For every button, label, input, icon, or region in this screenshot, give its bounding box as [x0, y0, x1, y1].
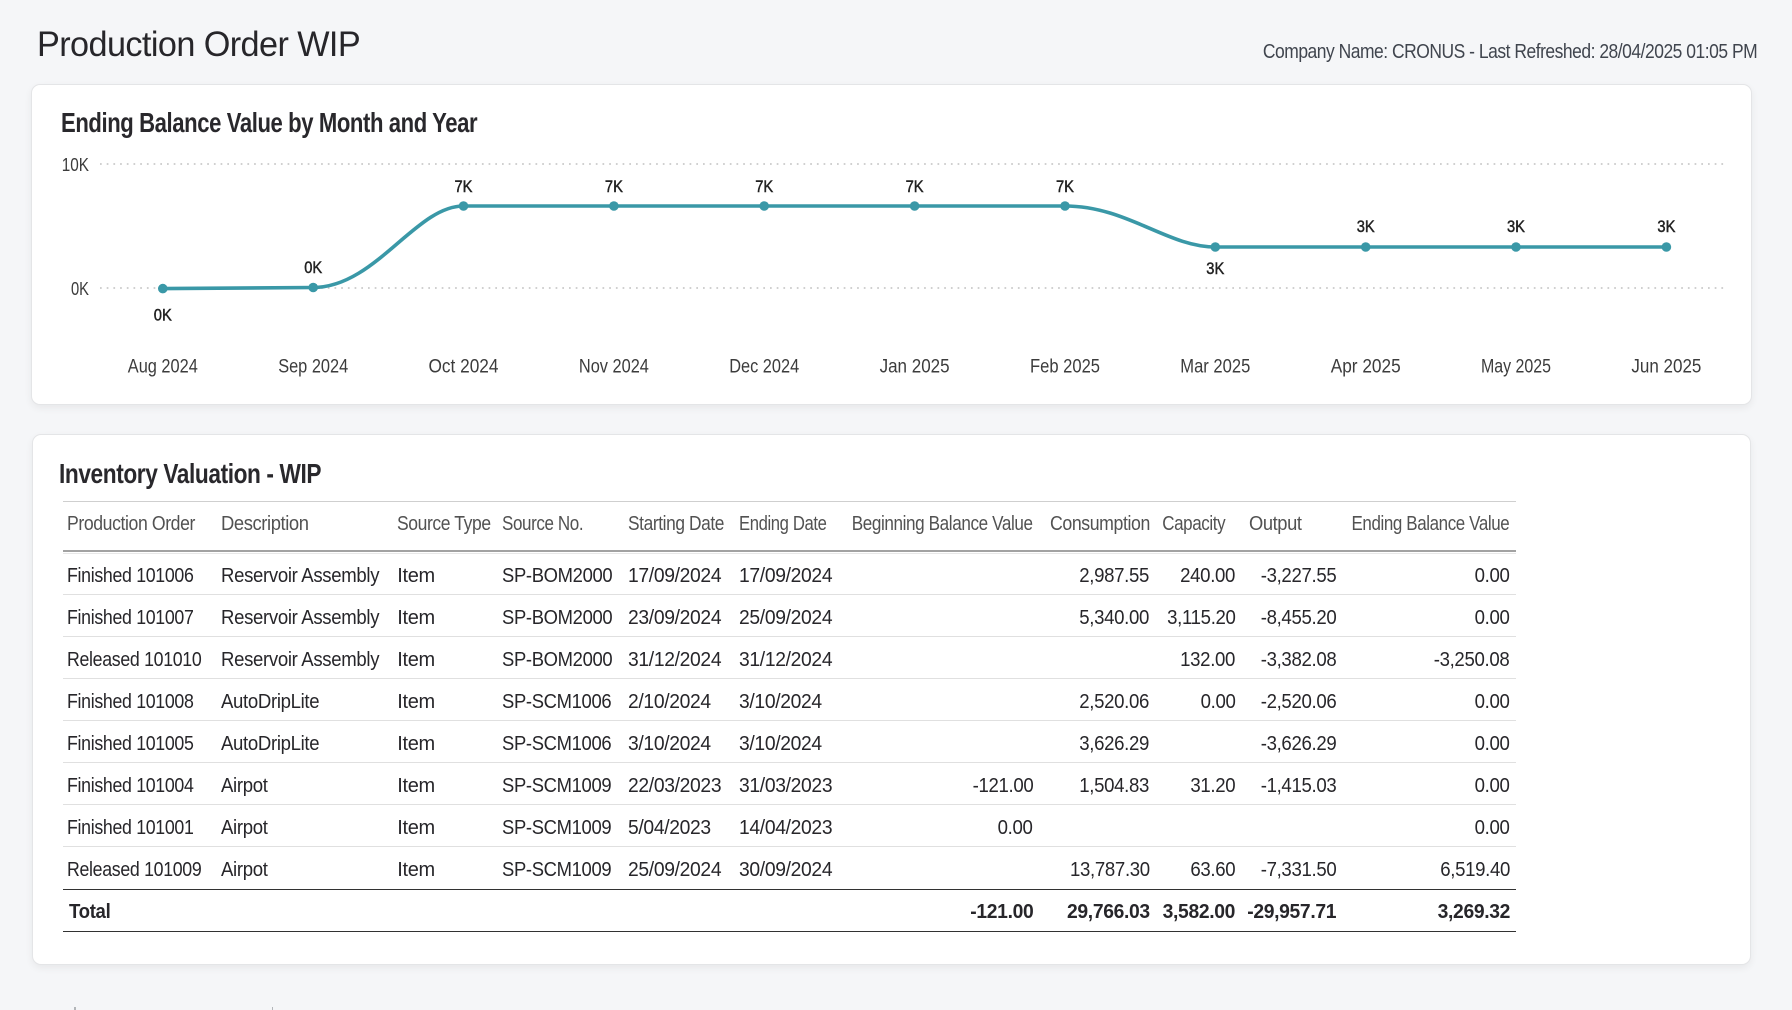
svg-text:3K: 3K: [1206, 260, 1224, 278]
svg-text:3K: 3K: [1657, 218, 1675, 236]
svg-text:10K: 10K: [62, 154, 90, 175]
svg-text:Dec 2024: Dec 2024: [729, 357, 799, 378]
svg-text:May 2025: May 2025: [1481, 357, 1551, 378]
svg-text:Mar 2025: Mar 2025: [1180, 357, 1250, 378]
svg-text:3K: 3K: [1507, 218, 1525, 236]
svg-text:7K: 7K: [906, 178, 924, 196]
svg-text:0K: 0K: [304, 259, 322, 277]
svg-text:7K: 7K: [605, 178, 623, 196]
svg-text:7K: 7K: [455, 178, 473, 196]
svg-text:Feb 2025: Feb 2025: [1030, 357, 1100, 378]
svg-text:7K: 7K: [755, 178, 773, 196]
svg-text:Nov 2024: Nov 2024: [579, 357, 649, 378]
svg-text:Jan 2025: Jan 2025: [880, 357, 950, 378]
svg-text:Jun 2025: Jun 2025: [1631, 357, 1701, 378]
svg-text:Oct 2024: Oct 2024: [429, 357, 499, 378]
svg-text:3K: 3K: [1357, 218, 1375, 236]
svg-text:7K: 7K: [1056, 178, 1074, 196]
svg-text:Aug 2024: Aug 2024: [128, 357, 198, 378]
svg-text:0K: 0K: [71, 278, 90, 299]
svg-text:Sep 2024: Sep 2024: [278, 357, 348, 378]
svg-text:0K: 0K: [154, 307, 172, 325]
svg-text:Apr 2025: Apr 2025: [1331, 357, 1401, 378]
